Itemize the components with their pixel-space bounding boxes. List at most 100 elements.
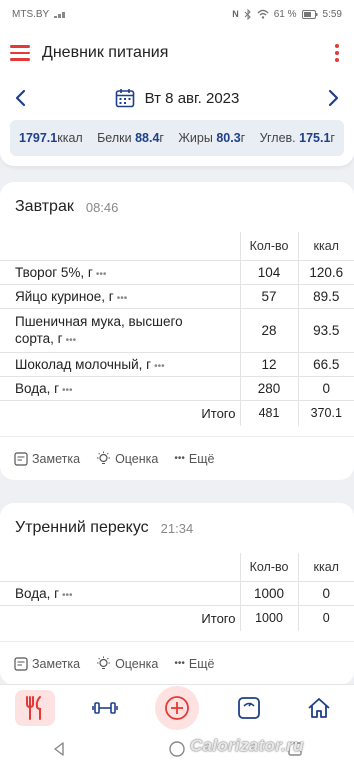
meal-table: Кол-во ккал Вода, г ••• 1000 0 Итого 1000… [0, 553, 354, 631]
date-picker[interactable]: Вт 8 авг. 2023 [115, 88, 240, 108]
more-options-icon[interactable] [330, 44, 344, 62]
app-bar: Дневник питания [0, 28, 354, 78]
meal-card-morning-snack: Утренний перекус 21:34 Кол-во ккал Вода,… [0, 503, 354, 685]
fork-knife-icon [26, 695, 41, 720]
total-kcal: 370.1 [297, 399, 354, 426]
total-kcal: 0 [297, 604, 354, 631]
summary-fat: Жиры 80.3г [178, 131, 246, 145]
total-label: Итого [0, 604, 240, 631]
table-row[interactable]: Вода, г ••• 280 0 [0, 375, 354, 400]
current-date: Вт 8 авг. 2023 [144, 89, 240, 107]
summary-protein: Белки 88.4г [97, 131, 164, 145]
rating-label: Оценка [115, 656, 159, 671]
add-entry-button[interactable] [155, 685, 199, 730]
lightbulb-icon [97, 656, 111, 669]
home-icon [308, 697, 330, 718]
food-name: Яйцо куриное, г [15, 288, 114, 304]
item-options-icon[interactable]: ••• [62, 385, 73, 396]
column-qty: Кол-во [239, 232, 298, 260]
note-label: Заметка [32, 451, 81, 466]
daily-summary: 1797.1ккал Белки 88.4г Жиры 80.3г Углев.… [10, 120, 344, 156]
food-kcal: 120.6 [297, 259, 354, 284]
item-options-icon[interactable]: ••• [62, 590, 73, 601]
total-row: Итого 481 370.1 [0, 399, 354, 426]
carrier-label: MTS.BY [12, 8, 50, 20]
meal-header[interactable]: Завтрак 08:46 [0, 182, 354, 232]
item-options-icon[interactable]: ••• [66, 335, 77, 346]
table-row[interactable]: Яйцо куриное, г ••• 57 89.5 [0, 283, 354, 308]
meal-actions: Заметка Оценка ••• Ещё [0, 641, 354, 685]
summary-kcal: 1797.1ккал [19, 131, 83, 145]
nav-home[interactable] [299, 690, 339, 726]
more-label: Ещё [188, 451, 215, 466]
table-header: Кол-во ккал [0, 232, 354, 260]
chevron-left-icon[interactable] [12, 89, 30, 107]
table-row[interactable]: Вода, г ••• 1000 0 [0, 580, 354, 605]
battery-label: 61 % [273, 8, 297, 20]
food-kcal: 93.5 [297, 307, 354, 352]
table-row[interactable]: Пшеничная мука, высшего сорта, г ••• 28 93… [0, 307, 354, 352]
rating-button[interactable]: Оценка [96, 656, 158, 671]
meal-actions: Заметка Оценка ••• Ещё [0, 436, 354, 480]
item-options-icon[interactable]: ••• [154, 361, 165, 372]
meal-time: 08:46 [85, 199, 119, 215]
food-qty: 12 [239, 351, 298, 376]
chevron-right-icon[interactable] [324, 89, 342, 107]
column-kcal: ккал [297, 553, 354, 581]
column-qty: Кол-во [239, 553, 298, 581]
food-qty: 280 [239, 375, 298, 400]
more-button[interactable]: ••• Ещё [174, 452, 214, 466]
lightbulb-icon [97, 451, 111, 464]
home-circle-icon[interactable] [168, 740, 186, 758]
signal-icon [54, 12, 66, 18]
clock: 5:59 [322, 8, 342, 20]
food-name: Вода, г [15, 380, 60, 396]
note-label: Заметка [32, 656, 81, 671]
note-button[interactable]: Заметка [14, 452, 80, 466]
total-label: Итого [0, 399, 240, 426]
meal-time: 21:34 [160, 520, 194, 536]
ellipsis-icon: ••• [174, 658, 185, 669]
bluetooth-icon [244, 8, 251, 20]
rating-button[interactable]: Оценка [96, 451, 158, 466]
food-qty: 104 [239, 259, 298, 284]
meal-card-breakfast: Завтрак 08:46 Кол-во ккал Творог 5%, г ••… [0, 182, 354, 480]
food-kcal: 0 [297, 580, 354, 605]
total-row: Итого 1000 0 [0, 604, 354, 631]
table-header: Кол-во ккал [0, 553, 354, 581]
more-button[interactable]: ••• Ещё [174, 657, 214, 671]
back-triangle-icon[interactable] [51, 741, 67, 757]
more-label: Ещё [188, 656, 215, 671]
summary-carbs: Углев. 175.1г [259, 131, 335, 145]
table-row[interactable]: Шоколад молочный, г ••• 12 66.5 [0, 351, 354, 376]
dumbbell-icon [92, 701, 118, 714]
total-qty: 481 [239, 399, 298, 426]
nav-workouts[interactable] [85, 690, 125, 726]
item-options-icon[interactable]: ••• [96, 269, 107, 280]
column-kcal: ккал [297, 232, 354, 260]
food-kcal: 66.5 [297, 351, 354, 376]
item-options-icon[interactable]: ••• [117, 293, 128, 304]
nav-diary[interactable] [15, 689, 55, 726]
food-qty: 57 [239, 283, 298, 308]
hamburger-menu-icon[interactable] [10, 42, 32, 64]
food-name: Вода, г [15, 585, 60, 601]
food-name-line2: сорта, г [15, 331, 63, 346]
meal-header[interactable]: Утренний перекус 21:34 [0, 503, 354, 553]
nfc-icon: N [232, 9, 239, 19]
food-kcal: 89.5 [297, 283, 354, 308]
ellipsis-icon: ••• [174, 453, 185, 464]
rating-label: Оценка [115, 451, 159, 466]
food-name: Шоколад молочный, г [15, 356, 152, 372]
nav-scale[interactable] [229, 690, 269, 726]
date-header: Вт 8 авг. 2023 1797.1ккал Белки 88.4г Жи… [0, 78, 354, 166]
bottom-nav [0, 684, 354, 730]
meal-name: Завтрак [15, 198, 74, 215]
note-button[interactable]: Заметка [14, 657, 80, 671]
food-name: Творог 5%, г [15, 264, 93, 280]
food-qty: 28 [239, 307, 298, 352]
food-kcal: 0 [297, 375, 354, 400]
table-row[interactable]: Творог 5%, г ••• 104 120.6 [0, 259, 354, 284]
battery-icon [301, 9, 318, 19]
scale-icon [238, 696, 260, 719]
